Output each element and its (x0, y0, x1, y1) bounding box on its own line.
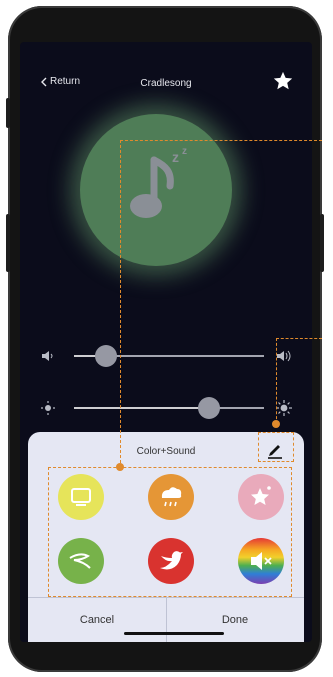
volume-track (74, 345, 264, 367)
home-indicator (124, 632, 224, 635)
top-bar: Return Cradlesong (20, 68, 312, 96)
annotation-artwork-line (120, 140, 322, 141)
volume-button (6, 214, 10, 272)
speaker-low-icon (42, 351, 53, 361)
cancel-button[interactable]: Cancel (28, 598, 166, 642)
annotation-dot-edit (272, 420, 280, 428)
speaker-high-icon (277, 350, 291, 362)
sun-high-icon (276, 400, 292, 416)
volume-slider[interactable] (40, 344, 292, 368)
brightness-knob[interactable] (197, 397, 220, 419)
volume-knob[interactable] (95, 345, 118, 367)
artwork-circle: z z (80, 114, 232, 266)
brightness-fill (74, 407, 209, 409)
annotation-edit-vertical (276, 338, 277, 424)
brightness-slider[interactable] (40, 396, 292, 420)
annotation-artwork-vertical (120, 140, 121, 468)
power-button (6, 98, 10, 128)
svg-text:z: z (182, 146, 187, 157)
brightness-track (74, 397, 264, 419)
annotation-edit-box (258, 432, 294, 462)
sheet-actions: Cancel Done (28, 597, 304, 642)
music-note-sleep-icon: z z (130, 146, 187, 218)
annotation-edit-line (276, 338, 322, 339)
sun-low-icon (41, 401, 55, 415)
side-button (320, 214, 324, 272)
page-title: Cradlesong (140, 78, 192, 89)
annotation-grid-box (48, 467, 292, 597)
star-icon[interactable] (272, 70, 294, 92)
svg-text:z: z (172, 149, 179, 165)
done-button[interactable]: Done (166, 598, 304, 642)
